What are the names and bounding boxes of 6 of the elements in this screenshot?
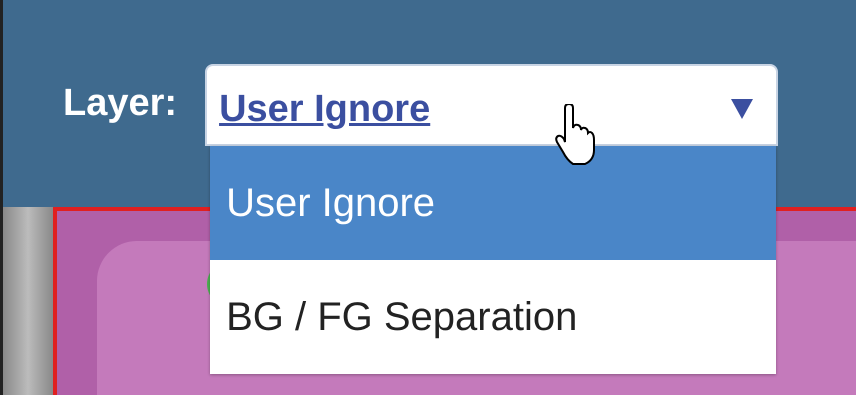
layer-label: Layer: [63, 82, 178, 125]
hand-cursor-icon [555, 104, 596, 166]
dropdown-option[interactable]: BG / FG Separation [210, 260, 776, 374]
caret-icon [730, 98, 754, 120]
dropdown-option[interactable]: User Ignore [210, 146, 776, 260]
layer-select[interactable]: User Ignore [205, 64, 778, 146]
